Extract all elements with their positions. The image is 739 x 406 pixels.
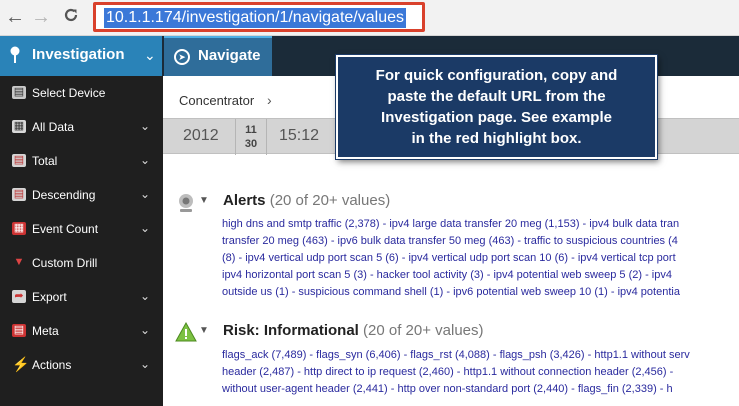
time-year[interactable]: 2012	[183, 127, 219, 145]
sidebar-item-label: Meta	[32, 324, 59, 338]
sidebar-item-actions[interactable]: ⚡ Actions ⌄	[0, 348, 163, 382]
sidebar-item-event-count[interactable]: ▦ Event Count ⌄	[0, 212, 163, 246]
sidebar-item-total[interactable]: ▤ Total ⌄	[0, 144, 163, 178]
time-day: 30	[244, 138, 258, 150]
risk-values: flags_ack (7,489) - flags_syn (6,406) - …	[222, 347, 739, 398]
time-date[interactable]: 11 30	[235, 119, 267, 155]
callout-line: Investigation page. See example	[381, 109, 612, 126]
export-icon: ➦	[12, 290, 26, 303]
sidebar-item-select-device[interactable]: ▤ Select Device	[0, 76, 163, 110]
risk-informational-section: ▼ Risk: Informational (20 of 20+ values)…	[163, 321, 739, 406]
chevron-down-icon: ⌄	[140, 357, 151, 371]
risk-title[interactable]: Risk: Informational (20 of 20+ values)	[223, 322, 484, 339]
alerts-title[interactable]: Alerts (20 of 20+ values)	[223, 192, 390, 209]
values-row[interactable]: transfer 20 meg (463) - ipv6 bulk data t…	[222, 233, 739, 250]
sidebar-item-label: Actions	[32, 358, 72, 372]
values-row[interactable]: without user-agent header (2,441) - http…	[222, 381, 739, 398]
values-row[interactable]: ipv4 horizontal port scan 5 (3) - hacker…	[222, 267, 739, 284]
risk-count: (20 of 20+ values)	[363, 322, 484, 339]
chevron-down-icon: ⌄	[140, 119, 151, 133]
grid-icon: ▦	[12, 120, 26, 133]
callout-line: in the red highlight box.	[411, 130, 582, 147]
chevron-down-icon: ⌄	[140, 323, 151, 337]
event-count-icon: ▦	[12, 222, 26, 235]
chevron-down-icon: ⌄	[144, 47, 156, 63]
device-icon: ▤	[12, 86, 26, 99]
sidebar-item-label: Export	[32, 290, 67, 304]
back-arrow-icon[interactable]: ←	[4, 6, 26, 28]
lightning-icon: ⚡	[12, 356, 30, 372]
webcam-glyph	[179, 194, 193, 212]
forward-arrow-icon[interactable]: →	[30, 6, 52, 28]
sidebar-item-label: Total	[32, 154, 58, 168]
values-row[interactable]: high dns and smtp traffic (2,378) - ipv4…	[222, 216, 739, 233]
time-month: 11	[245, 124, 257, 136]
sidebar: ▤ Select Device ▦ All Data ⌄ ▤ Total ⌄ ▤…	[0, 76, 163, 406]
total-icon: ▤	[12, 154, 26, 167]
descending-icon: ▤	[12, 188, 26, 201]
risk-title-text: Risk: Informational	[223, 322, 359, 339]
chevron-down-icon: ⌄	[140, 289, 151, 303]
chevron-down-icon: ⌄	[140, 221, 151, 235]
callout-line: For quick configuration, copy and	[375, 67, 618, 84]
chevron-right-icon: ›	[267, 92, 272, 108]
values-row[interactable]: (8) - ipv4 vertical udp port scan 5 (6) …	[222, 250, 739, 267]
chevron-down-icon: ⌄	[140, 187, 151, 201]
webcam-icon	[175, 192, 197, 212]
address-bar[interactable]: 10.1.1.174/investigation/1/navigate/valu…	[104, 8, 406, 28]
sidebar-item-meta[interactable]: ▤ Meta ⌄	[0, 314, 163, 348]
pin-icon	[8, 46, 22, 69]
compass-icon: ➤	[174, 49, 190, 65]
alerts-count: (20 of 20+ values)	[269, 192, 391, 209]
time-clock[interactable]: 15:12	[279, 127, 319, 145]
collapse-caret-icon[interactable]: ▼	[199, 325, 209, 336]
alerts-section: ▼ Alerts (20 of 20+ values) high dns and…	[163, 192, 739, 312]
warning-triangle-icon	[175, 321, 197, 342]
tab-navigate[interactable]: ➤ Navigate	[164, 36, 272, 76]
investigation-label: Investigation	[32, 46, 125, 63]
chevron-down-icon: ⌄	[140, 153, 151, 167]
meta-icon: ▤	[12, 324, 26, 337]
values-row[interactable]: outside us (1) - suspicious command shel…	[222, 284, 739, 301]
pin-glyph	[10, 46, 20, 63]
values-row[interactable]: header (2,487) - http direct to ip reque…	[222, 364, 739, 381]
sidebar-item-label: Custom Drill	[32, 256, 98, 270]
values-row[interactable]: flags_ack (7,489) - flags_syn (6,406) - …	[222, 347, 739, 364]
collapse-caret-icon[interactable]: ▼	[199, 195, 209, 206]
sidebar-item-all-data[interactable]: ▦ All Data ⌄	[0, 110, 163, 144]
sidebar-item-custom-drill[interactable]: ▼ Custom Drill	[0, 246, 163, 280]
breadcrumb-concentrator[interactable]: Concentrator	[179, 93, 254, 108]
reload-icon[interactable]	[60, 6, 82, 28]
alerts-title-text: Alerts	[223, 192, 266, 209]
browser-toolbar: ← → 10.1.1.174/investigation/1/navigate/…	[0, 0, 739, 36]
url-highlight-box: 10.1.1.174/investigation/1/navigate/valu…	[93, 2, 425, 32]
sidebar-item-label: All Data	[32, 120, 75, 134]
navigate-label: Navigate	[198, 47, 261, 64]
instruction-callout: For quick configuration, copy and paste …	[336, 55, 657, 159]
callout-line: paste the default URL from the	[387, 88, 606, 105]
sidebar-item-label: Descending	[32, 188, 96, 202]
sidebar-item-descending[interactable]: ▤ Descending ⌄	[0, 178, 163, 212]
investigation-menu[interactable]: Investigation ⌄	[0, 36, 162, 76]
sidebar-item-label: Select Device	[32, 86, 106, 100]
warning-glyph	[175, 321, 197, 342]
funnel-icon: ▼	[13, 256, 25, 268]
alerts-values: high dns and smtp traffic (2,378) - ipv4…	[222, 216, 739, 301]
sidebar-item-export[interactable]: ➦ Export ⌄	[0, 280, 163, 314]
sidebar-item-label: Event Count	[32, 222, 99, 236]
reload-glyph	[64, 8, 78, 22]
